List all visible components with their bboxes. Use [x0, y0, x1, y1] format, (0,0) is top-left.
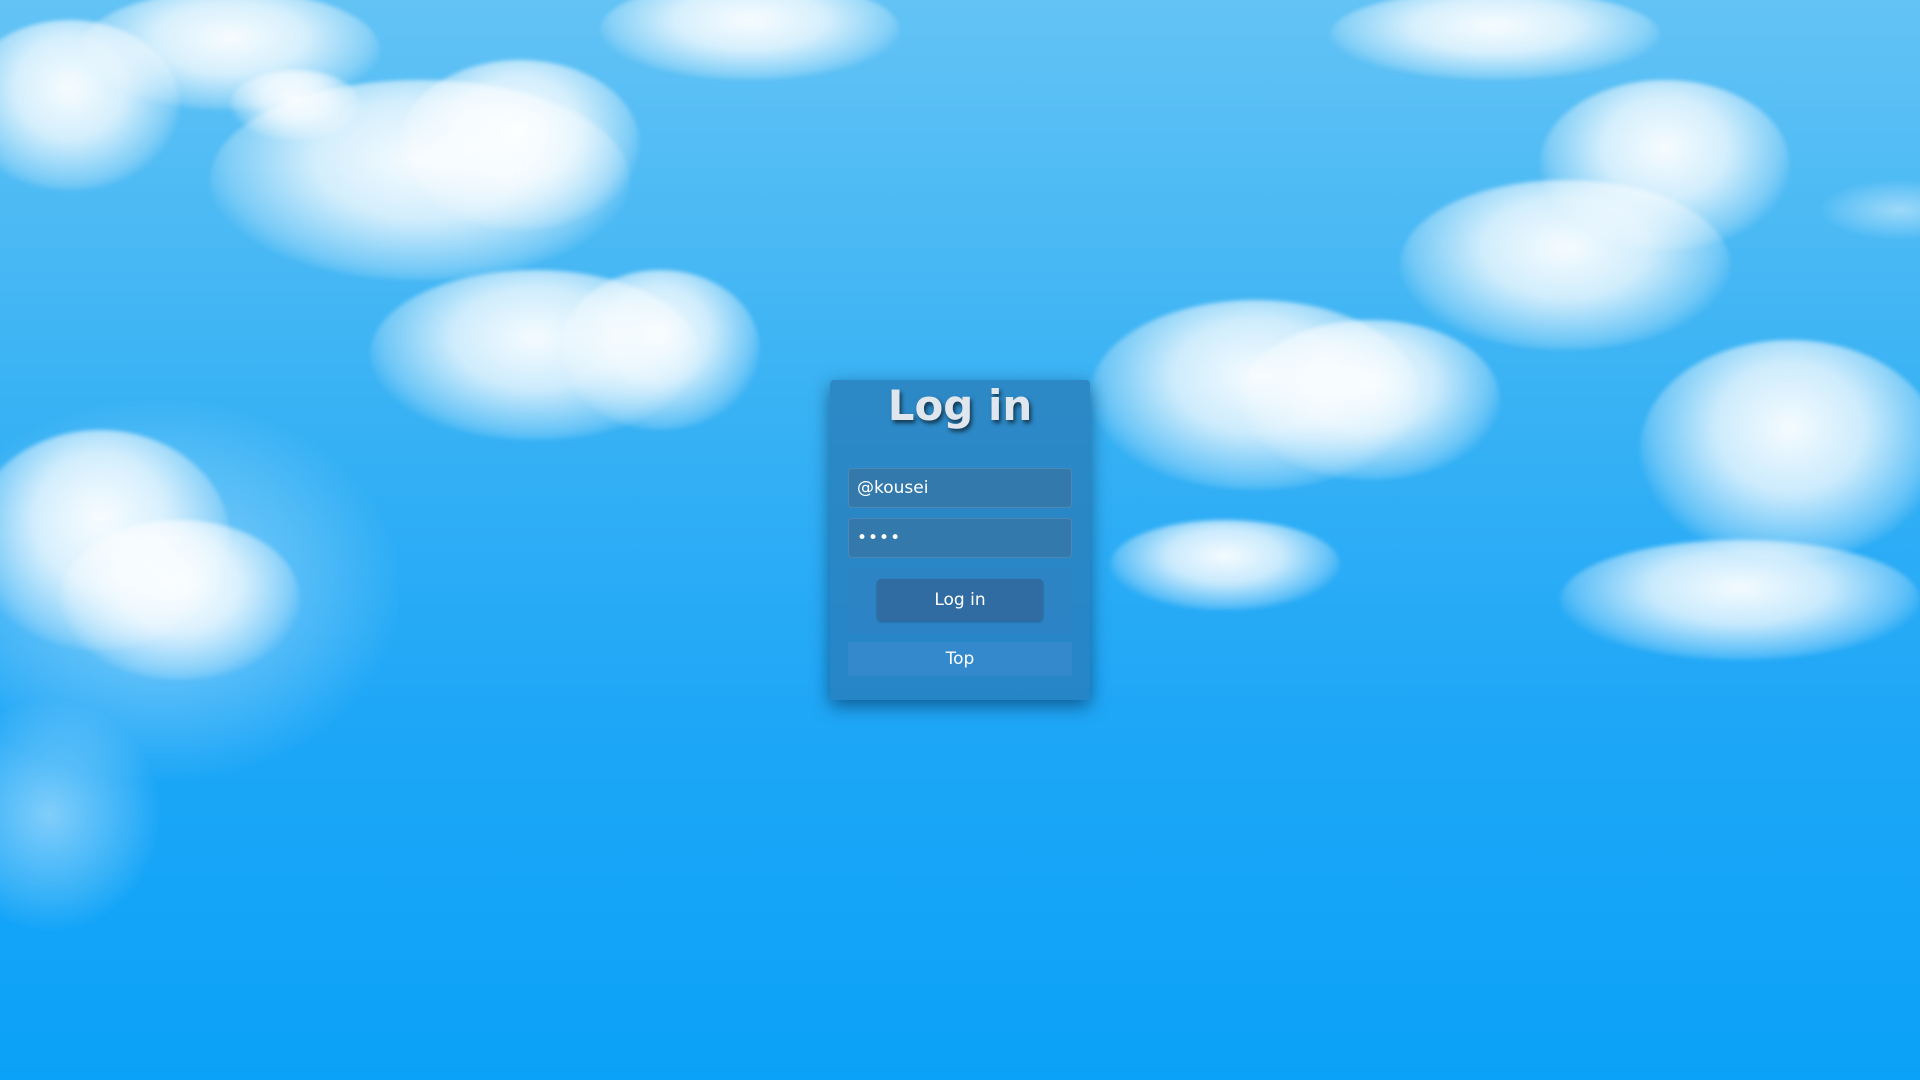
- cloud: [560, 270, 760, 430]
- cloud: [1400, 180, 1730, 350]
- cloud: [1330, 0, 1660, 80]
- cloud: [400, 60, 640, 230]
- username-input[interactable]: [848, 468, 1072, 508]
- cloud: [1110, 520, 1340, 610]
- cloud: [60, 520, 300, 680]
- page-title: Log in: [887, 381, 1033, 430]
- cloud-haze: [1820, 180, 1920, 240]
- login-button[interactable]: Log in: [877, 579, 1043, 621]
- login-panel: Log in Log in Top: [830, 380, 1090, 700]
- top-button[interactable]: Top: [848, 642, 1072, 676]
- cloud: [600, 0, 900, 80]
- cloud: [1640, 340, 1920, 560]
- login-button-container: Log in: [848, 568, 1072, 634]
- cloud: [1560, 540, 1920, 660]
- password-input[interactable]: [848, 518, 1072, 558]
- cloud: [1240, 320, 1500, 480]
